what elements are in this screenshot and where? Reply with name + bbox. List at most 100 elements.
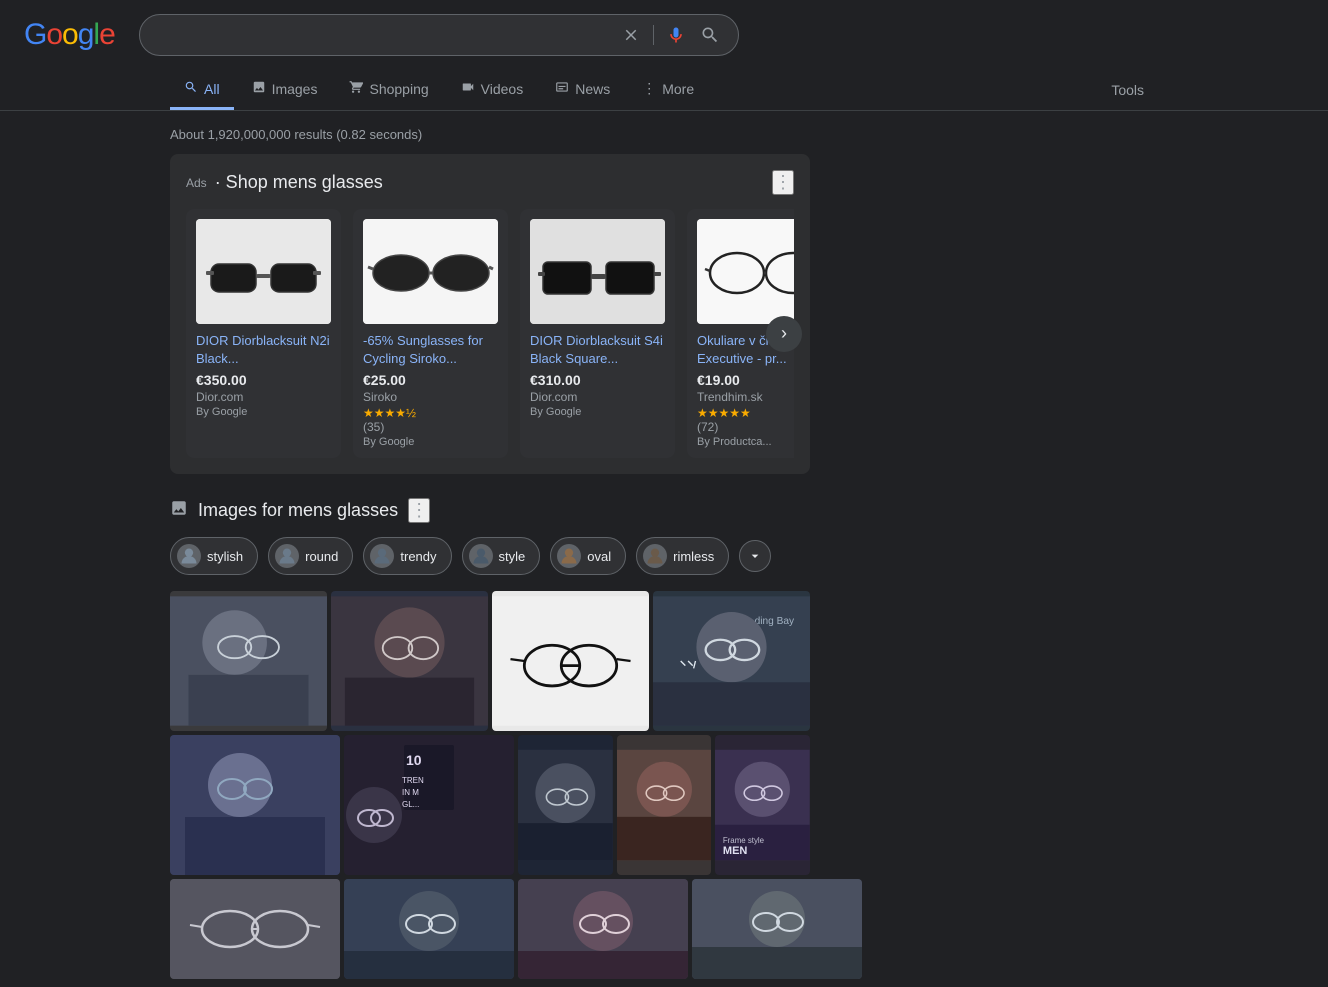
- ad-card-1-by: By Google: [196, 406, 331, 418]
- image-item-8[interactable]: [617, 735, 712, 875]
- image-grid-row2: 10 TREN IN M GL...: [170, 735, 810, 875]
- image-item-1[interactable]: [170, 591, 327, 731]
- chip-oval[interactable]: oval: [550, 537, 626, 575]
- ad-card-3-store: Dior.com: [530, 390, 665, 404]
- tab-news-label: News: [575, 81, 610, 97]
- ad-card-2-title: -65% Sunglasses for Cycling Siroko...: [363, 332, 498, 368]
- ads-scroll-container: DIOR Diorblacksuit N2i Black... €350.00 …: [186, 209, 794, 458]
- all-icon: [184, 80, 198, 97]
- nav-tabs: All Images Shopping Videos News ⋮ More T…: [0, 70, 1328, 111]
- header: Google mens glasses: [0, 0, 1328, 70]
- image-item-5[interactable]: [170, 735, 340, 875]
- google-logo: Google: [24, 18, 115, 52]
- chip-round-avatar: [275, 544, 299, 568]
- svg-text:Frame style: Frame style: [723, 836, 765, 845]
- ads-more-button[interactable]: ⋮: [772, 170, 794, 195]
- chip-style-avatar: [469, 544, 493, 568]
- tab-shopping-label: Shopping: [369, 81, 428, 97]
- image-item-11[interactable]: [344, 879, 514, 979]
- image-item-13[interactable]: [692, 879, 862, 979]
- ad-card-1-img: [196, 219, 331, 324]
- image-item-7[interactable]: [518, 735, 613, 875]
- news-tab-icon: [555, 80, 569, 97]
- search-bar: mens glasses: [139, 14, 739, 56]
- ad-card-2[interactable]: -65% Sunglasses for Cycling Siroko... €2…: [353, 209, 508, 458]
- ad-card-2-stars: ★★★★½: [363, 406, 498, 420]
- ads-header: Ads · Shop mens glasses ⋮: [186, 170, 794, 195]
- ad-card-4-by: By Productca...: [697, 436, 794, 448]
- chip-round-label: round: [305, 549, 338, 564]
- search-input[interactable]: mens glasses: [156, 26, 611, 44]
- ad-card-1[interactable]: DIOR Diorblacksuit N2i Black... €350.00 …: [186, 209, 341, 458]
- images-tab-icon: [252, 80, 266, 97]
- voice-search-button[interactable]: [664, 23, 688, 47]
- tab-images-label: Images: [272, 81, 318, 97]
- tab-videos-label: Videos: [481, 81, 524, 97]
- search-button[interactable]: [698, 23, 722, 47]
- images-section-header: Images for mens glasses ⋮: [170, 498, 810, 523]
- chip-stylish-label: stylish: [207, 549, 243, 564]
- chip-stylish[interactable]: stylish: [170, 537, 258, 575]
- ads-label: Ads: [186, 176, 207, 190]
- chip-style[interactable]: style: [462, 537, 541, 575]
- image-item-10[interactable]: [170, 879, 340, 979]
- ad-card-1-title: DIOR Diorblacksuit N2i Black...: [196, 332, 331, 368]
- chip-oval-avatar: [557, 544, 581, 568]
- tab-more[interactable]: ⋮ More: [628, 70, 708, 110]
- shopping-tab-icon: [349, 80, 363, 97]
- tab-more-label: More: [662, 81, 694, 97]
- tab-all-label: All: [204, 81, 220, 97]
- ad-card-4-store: Trendhim.sk: [697, 390, 794, 404]
- ad-card-3-title: DIOR Diorblacksuit S4i Black Square...: [530, 332, 665, 368]
- results-count: About 1,920,000,000 results (0.82 second…: [170, 119, 810, 154]
- ad-card-2-store: Siroko: [363, 390, 498, 404]
- images-more-button[interactable]: ⋮: [408, 498, 430, 523]
- ads-title: · Shop mens glasses: [215, 172, 383, 193]
- tab-shopping[interactable]: Shopping: [335, 70, 442, 110]
- image-item-6[interactable]: 10 TREN IN M GL...: [344, 735, 514, 875]
- tab-images[interactable]: Images: [238, 70, 332, 110]
- tab-all[interactable]: All: [170, 70, 234, 110]
- videos-tab-icon: [461, 80, 475, 97]
- image-item-9[interactable]: Frame style MEN: [715, 735, 810, 875]
- ad-card-3-price: €310.00: [530, 372, 665, 388]
- scroll-right-button[interactable]: ›: [766, 316, 802, 352]
- chip-stylish-avatar: [177, 544, 201, 568]
- tools-button[interactable]: Tools: [1097, 72, 1158, 108]
- ad-card-2-price: €25.00: [363, 372, 498, 388]
- chip-trendy-avatar: [370, 544, 394, 568]
- svg-text:IN M: IN M: [402, 788, 419, 797]
- svg-text:GL...: GL...: [402, 800, 419, 809]
- chip-rimless-avatar: [643, 544, 667, 568]
- ad-card-1-price: €350.00: [196, 372, 331, 388]
- results-area: About 1,920,000,000 results (0.82 second…: [0, 111, 980, 987]
- images-section-icon: [170, 499, 188, 522]
- svg-text:10: 10: [406, 752, 422, 768]
- chip-style-label: style: [499, 549, 526, 564]
- tab-videos[interactable]: Videos: [447, 70, 538, 110]
- ad-card-2-img: [363, 219, 498, 324]
- filter-chips: stylish round trendy style: [170, 537, 810, 575]
- ad-card-2-by: By Google: [363, 436, 498, 448]
- chip-trendy[interactable]: trendy: [363, 537, 451, 575]
- ad-card-4-price: €19.00: [697, 372, 794, 388]
- image-grid-row1: ding Bay: [170, 591, 810, 731]
- chip-round[interactable]: round: [268, 537, 353, 575]
- chip-trendy-label: trendy: [400, 549, 436, 564]
- chip-expand-button[interactable]: [739, 540, 771, 572]
- chip-rimless-label: rimless: [673, 549, 714, 564]
- svg-text:MEN: MEN: [723, 845, 748, 857]
- clear-search-button[interactable]: [619, 23, 643, 47]
- chip-oval-label: oval: [587, 549, 611, 564]
- image-item-12[interactable]: [518, 879, 688, 979]
- ad-card-3[interactable]: DIOR Diorblacksuit S4i Black Square... €…: [520, 209, 675, 458]
- chip-rimless[interactable]: rimless: [636, 537, 729, 575]
- image-item-4[interactable]: ding Bay: [653, 591, 810, 731]
- ads-section: Ads · Shop mens glasses ⋮: [170, 154, 810, 474]
- image-item-3[interactable]: [492, 591, 649, 731]
- search-divider: [653, 25, 654, 45]
- ad-card-3-img: [530, 219, 665, 324]
- image-item-2[interactable]: [331, 591, 488, 731]
- tab-news[interactable]: News: [541, 70, 624, 110]
- images-section: Images for mens glasses ⋮ stylish round: [170, 498, 810, 979]
